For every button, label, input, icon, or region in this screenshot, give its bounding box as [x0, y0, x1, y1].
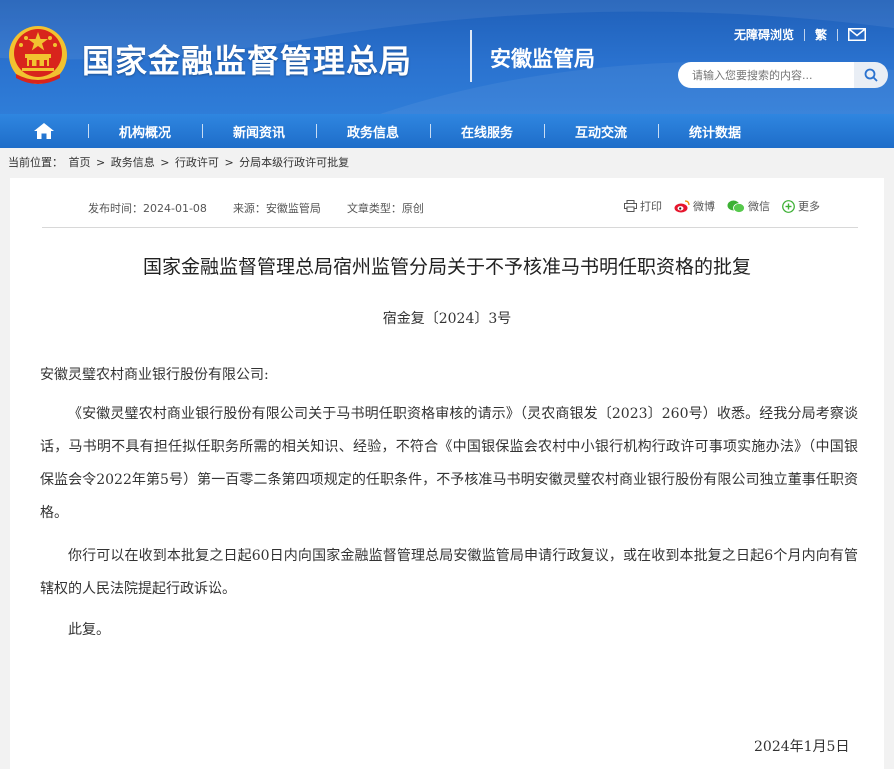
weibo-icon — [674, 199, 690, 212]
link-separator — [803, 28, 805, 41]
breadcrumb-item-government-info[interactable]: 政务信息 — [111, 156, 155, 169]
article-container: 发布时间：2024-01-08 来源：安徽监管局 文章类型：原创 打印 微博 微… — [10, 178, 884, 769]
share-toolbar: 打印 微博 微信 更多 — [624, 198, 820, 214]
document-number: 宿金复〔2024〕3号 — [382, 311, 512, 327]
weibo-label: 微博 — [693, 200, 715, 213]
publish-time: 发布时间：2024-01-08 — [88, 202, 207, 215]
top-links: 无障碍浏览 繁 — [734, 26, 866, 43]
addressee: 安徽灵璧农村商业银行股份有限公司: — [40, 367, 269, 383]
nav-item-interaction[interactable]: 互动交流 — [544, 114, 658, 148]
search-box — [678, 62, 854, 88]
print-label: 打印 — [640, 200, 662, 213]
search-input[interactable] — [692, 68, 842, 82]
more-label: 更多 — [798, 200, 820, 213]
search-button[interactable] — [854, 62, 888, 88]
plus-circle-icon — [782, 199, 795, 213]
nav-item-org-overview[interactable]: 机构概况 — [88, 114, 202, 148]
breadcrumb-separator: > — [96, 156, 106, 169]
more-share-button[interactable]: 更多 — [782, 198, 820, 214]
nav-item-online-service[interactable]: 在线服务 — [430, 114, 544, 148]
search-icon — [864, 68, 878, 82]
article-title: 国家金融监督管理总局宿州监管分局关于不予核准马书明任职资格的批复 — [142, 256, 751, 278]
breadcrumb-item-home[interactable]: 首页 — [69, 156, 91, 169]
print-button[interactable]: 打印 — [624, 198, 662, 214]
nav-item-news[interactable]: 新闻资讯 — [202, 114, 316, 148]
breadcrumb-separator: > — [160, 156, 170, 169]
signature-date: 2024年1月5日 — [754, 739, 850, 755]
article-source: 来源：安徽监管局 — [232, 202, 321, 215]
weibo-share-button[interactable]: 微博 — [674, 198, 715, 214]
body-paragraph: 此复。 — [68, 622, 110, 638]
main-nav: 机构概况 新闻资讯 政务信息 在线服务 互动交流 统计数据 — [0, 114, 894, 148]
home-icon — [34, 123, 54, 139]
nav-item-government-info[interactable]: 政务信息 — [316, 114, 430, 148]
article-type: 文章类型：原创 — [346, 202, 424, 215]
national-emblem-icon — [9, 26, 67, 84]
wechat-label: 微信 — [748, 200, 770, 213]
link-separator — [837, 28, 838, 41]
accessibility-link[interactable]: 无障碍浏览 — [734, 26, 794, 43]
breadcrumb-item-branch-approval[interactable]: 分局本级行政许可批复 — [239, 156, 349, 169]
printer-icon — [624, 200, 637, 212]
traditional-chinese-link[interactable]: 繁 — [815, 26, 827, 43]
wechat-share-button[interactable]: 微信 — [727, 198, 770, 214]
breadcrumb-separator: > — [224, 156, 234, 169]
wechat-icon — [727, 200, 745, 213]
title-divider — [470, 30, 472, 82]
mail-icon[interactable] — [848, 28, 866, 41]
meta-divider — [42, 227, 858, 228]
nav-item-statistics[interactable]: 统计数据 — [658, 114, 772, 148]
breadcrumb-label: 当前位置： — [8, 156, 63, 169]
body-paragraph: 《安徽灵璧农村商业银行股份有限公司关于马书明任职资格审核的请示》（灵农商银发〔2… — [40, 406, 858, 521]
article-meta: 发布时间：2024-01-08 来源：安徽监管局 文章类型：原创 — [88, 200, 424, 216]
site-header: 国家金融监督管理总局 安徽监管局 无障碍浏览 繁 — [0, 0, 894, 114]
site-title[interactable]: 国家金融监督管理总局 — [82, 36, 412, 82]
breadcrumb: 当前位置： 首页 > 政务信息 > 行政许可 > 分局本级行政许可批复 — [8, 154, 351, 170]
nav-home[interactable] — [0, 114, 88, 148]
body-paragraph: 你行可以在收到本批复之日起60日内向国家金融监督管理总局安徽监管局申请行政复议，… — [40, 548, 858, 597]
bureau-subtitle[interactable]: 安徽监管局 — [490, 43, 595, 73]
breadcrumb-item-admin-license[interactable]: 行政许可 — [175, 156, 219, 169]
